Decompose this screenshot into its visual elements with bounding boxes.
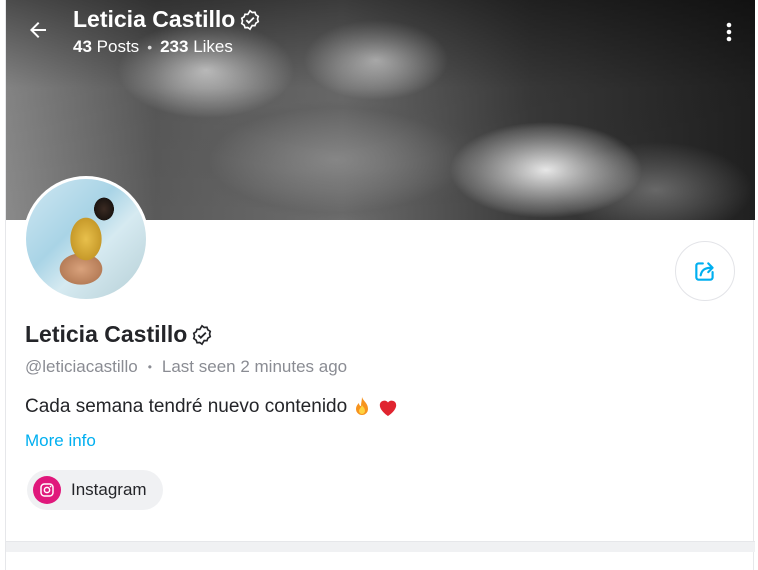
profile-name: Leticia Castillo bbox=[25, 321, 188, 347]
profile-bio: Cada semana tendré nuevo contenido bbox=[25, 396, 399, 418]
arrow-left-icon bbox=[30, 22, 46, 38]
share-icon bbox=[695, 262, 714, 281]
share-button[interactable] bbox=[675, 241, 735, 301]
last-seen: Last seen 2 minutes ago bbox=[161, 357, 348, 376]
profile-meta: @leticiacastillo • Last seen 2 minutes a… bbox=[25, 357, 347, 377]
instagram-link[interactable]: Instagram bbox=[27, 470, 163, 510]
header-name: Leticia Castillo bbox=[73, 6, 236, 32]
posts-label: Posts bbox=[96, 37, 140, 56]
profile-header: Leticia Castillo 43 Posts • 233 Likes bbox=[6, 0, 755, 62]
more-info-link[interactable]: More info bbox=[25, 431, 96, 451]
profile-page: Leticia Castillo 43 Posts • 233 Likes Le… bbox=[5, 0, 755, 570]
instagram-label: Instagram bbox=[71, 480, 147, 499]
more-options-button[interactable] bbox=[717, 16, 741, 48]
stats-separator: • bbox=[147, 39, 153, 55]
verified-badge-icon bbox=[193, 324, 212, 345]
header-stats: 43 Posts • 233 Likes bbox=[73, 37, 233, 57]
verified-badge-icon bbox=[241, 9, 260, 30]
meta-separator: • bbox=[147, 360, 152, 374]
more-vertical-icon bbox=[726, 22, 732, 42]
instagram-icon bbox=[33, 476, 61, 504]
likes-count: 233 bbox=[160, 37, 189, 56]
posts-count: 43 bbox=[73, 37, 92, 56]
fire-emoji bbox=[356, 397, 369, 415]
avatar[interactable] bbox=[23, 176, 149, 302]
likes-label: Likes bbox=[193, 37, 233, 56]
bio-text: Cada semana tendré nuevo contenido bbox=[25, 396, 348, 417]
profile-handle: @leticiacastillo bbox=[25, 357, 138, 376]
section-divider bbox=[6, 541, 755, 552]
profile-name-row: Leticia Castillo bbox=[25, 321, 213, 348]
avatar-image bbox=[26, 179, 146, 299]
back-button[interactable] bbox=[22, 14, 54, 46]
header-title: Leticia Castillo bbox=[73, 6, 261, 33]
heart-emoji bbox=[380, 400, 397, 417]
